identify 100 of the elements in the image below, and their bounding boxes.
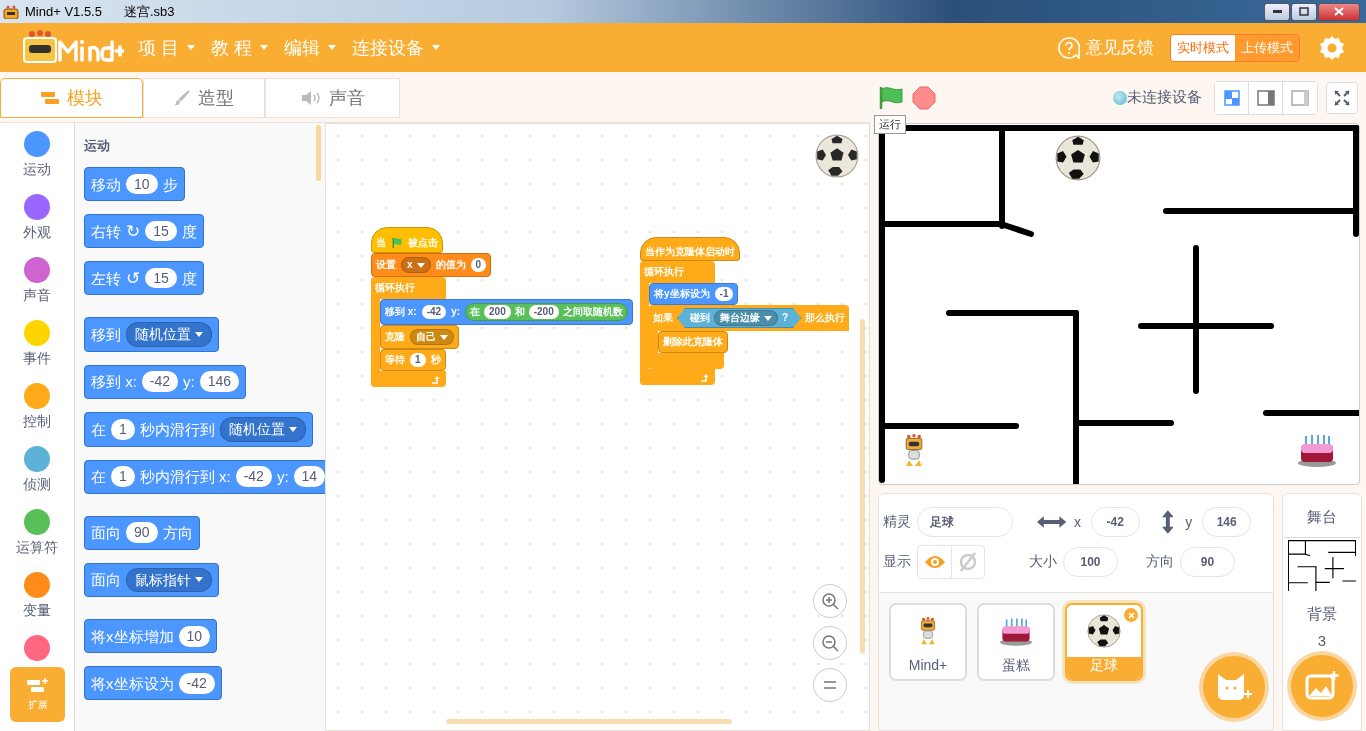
number-input[interactable]: 14 xyxy=(293,466,325,487)
category-label[interactable]: 侦测 xyxy=(23,476,51,494)
number-input[interactable]: -200 xyxy=(528,305,559,319)
code-block[interactable]: 设置 x 的值为 0 xyxy=(371,253,492,277)
status-dot-icon xyxy=(1113,90,1127,105)
category-label[interactable]: 运算符 xyxy=(16,539,58,557)
brush-icon xyxy=(174,90,190,106)
category-label[interactable]: 控制 xyxy=(23,413,51,431)
block-label: 之间取随机数 xyxy=(562,307,623,317)
block-label: 当 xyxy=(376,238,386,248)
number-input[interactable]: 0 xyxy=(470,258,487,272)
dropdown[interactable]: 随机位置 xyxy=(126,322,212,347)
number-input[interactable]: 15 xyxy=(145,267,177,289)
number-input[interactable]: 15 xyxy=(145,220,177,242)
block-label: 左转 xyxy=(91,270,121,286)
settings-icon[interactable] xyxy=(1318,33,1346,62)
code-block[interactable]: 面向 鼠标指针 xyxy=(84,562,219,598)
add-backdrop-button[interactable] xyxy=(1291,655,1353,717)
zoom-reset-button[interactable] xyxy=(813,668,847,702)
fullscreen-button[interactable] xyxy=(1326,81,1358,114)
category-label[interactable]: 运动 xyxy=(23,161,51,179)
code-block[interactable]: 右转 ↻ 15 度 xyxy=(84,214,204,248)
reporter-block[interactable]: 在 200 和 -200 之间取随机数 xyxy=(465,303,628,321)
category-dot[interactable] xyxy=(24,446,50,472)
number-input[interactable]: -1 xyxy=(714,287,734,301)
category-dot[interactable] xyxy=(24,572,50,598)
number-input[interactable]: 10 xyxy=(178,626,211,647)
dropdown[interactable]: 鼠标指针 xyxy=(126,567,212,593)
category-dot[interactable] xyxy=(24,320,50,346)
fullscreen-icon xyxy=(1334,89,1350,106)
block-label: y: xyxy=(276,469,289,485)
stop-button[interactable] xyxy=(912,85,936,110)
delete-icon[interactable] xyxy=(1124,608,1138,622)
forever-block[interactable]: 循环执行 将y坐标设为 -1 如果 碰到 舞台边缘 ? 那么执行 删除此克隆体 xyxy=(640,261,850,385)
category-dot[interactable] xyxy=(24,131,50,157)
number-input[interactable]: -42 xyxy=(235,466,272,487)
number-input[interactable]: -42 xyxy=(178,673,215,694)
cat-icon xyxy=(1216,672,1252,702)
number-input[interactable]: 90 xyxy=(126,522,158,543)
rotate-icon: ↺ xyxy=(126,269,141,287)
scrollbar[interactable] xyxy=(316,125,321,181)
zoom-out-button[interactable] xyxy=(813,626,847,660)
number-input[interactable]: 10 xyxy=(126,173,158,195)
number-input[interactable]: 1 xyxy=(410,353,426,367)
equals-icon xyxy=(824,681,836,689)
category-label[interactable]: 声音 xyxy=(23,287,51,305)
code-block[interactable]: 将y坐标设为 -1 xyxy=(649,283,739,305)
forever-block[interactable]: 循环执行 移到 x: -42 y: 在 200 和 -200 之间取随机数 克隆 自己 等待 1 秒 xyxy=(371,277,633,387)
blocks-icon xyxy=(40,92,59,104)
code-block[interactable]: 移到 x: -42 y: 146 xyxy=(84,364,247,399)
code-block[interactable]: 将x坐标增加 10 xyxy=(84,619,218,654)
zoom-in-button[interactable] xyxy=(813,584,847,618)
add-sprite-button[interactable] xyxy=(1203,656,1265,718)
category-dot[interactable] xyxy=(24,383,50,409)
number-input[interactable]: 1 xyxy=(111,418,135,440)
if-block[interactable]: 如果 碰到 舞台边缘 ? 那么执行 删除此克隆体 xyxy=(649,305,850,369)
sprite-tile[interactable]: 蛋糕 xyxy=(977,603,1055,681)
number-input[interactable]: 200 xyxy=(484,305,511,319)
category-dot[interactable] xyxy=(24,635,50,661)
scrollbar[interactable] xyxy=(860,319,865,654)
code-block[interactable]: 将x坐标设为 -42 xyxy=(84,666,222,701)
category-label[interactable]: 外观 xyxy=(23,224,51,242)
maximize-button[interactable] xyxy=(1291,2,1317,21)
minimize-button[interactable] xyxy=(1264,2,1290,21)
device-status: 未连接设备 xyxy=(1127,88,1202,107)
code-block[interactable]: 移到 随机位置 xyxy=(84,317,219,352)
code-block[interactable]: 移到 x: -42 y: 在 200 和 -200 之间取随机数 xyxy=(380,299,633,325)
dropdown[interactable]: x xyxy=(401,257,431,273)
code-block[interactable]: 左转 ↺ 15 度 xyxy=(84,261,204,295)
small-stage-button[interactable] xyxy=(1215,81,1249,114)
number-input[interactable]: 1 xyxy=(111,466,135,487)
dropdown[interactable]: 随机位置 xyxy=(219,416,306,442)
category-dot[interactable] xyxy=(24,194,50,220)
dropdown[interactable]: 舞台边缘 xyxy=(714,310,778,326)
window-title: Mind+ V1.5.5 xyxy=(25,4,102,19)
category-label[interactable]: 事件 xyxy=(23,350,51,368)
code-block[interactable]: 在 1 秒内滑行到 x: -42 y: 14 xyxy=(84,459,325,494)
scrollbar[interactable] xyxy=(446,719,732,724)
code-block[interactable]: 在 1 秒内滑行到 随机位置 xyxy=(84,411,313,447)
caret-icon xyxy=(328,45,337,50)
category-label[interactable]: 变量 xyxy=(23,602,51,620)
code-block[interactable]: 等待 1 秒 xyxy=(380,349,446,371)
close-icon xyxy=(1127,611,1135,619)
code-block[interactable]: 面向 90 方向 xyxy=(84,515,200,550)
run-flag-button[interactable] xyxy=(878,85,904,110)
number-input[interactable]: 146 xyxy=(199,371,240,393)
code-block[interactable]: 移动 10 步 xyxy=(84,167,185,201)
sprite-tile[interactable]: Mind+ xyxy=(889,603,967,681)
tab[interactable]: 声音 xyxy=(265,78,400,118)
block-label: 右转 xyxy=(91,223,121,239)
block-label: 步 xyxy=(162,176,178,192)
tab[interactable]: 造型 xyxy=(143,78,265,118)
close-button[interactable] xyxy=(1318,2,1360,21)
category-dot[interactable] xyxy=(24,509,50,535)
boolean-block[interactable]: 碰到 舞台边缘 ? xyxy=(677,308,802,328)
category-dot[interactable] xyxy=(24,257,50,283)
backdrop-thumbnail xyxy=(1288,540,1356,591)
number-input[interactable]: -42 xyxy=(421,305,447,319)
stage-layout-toggle[interactable] xyxy=(1214,80,1318,115)
number-input[interactable]: -42 xyxy=(141,371,179,393)
